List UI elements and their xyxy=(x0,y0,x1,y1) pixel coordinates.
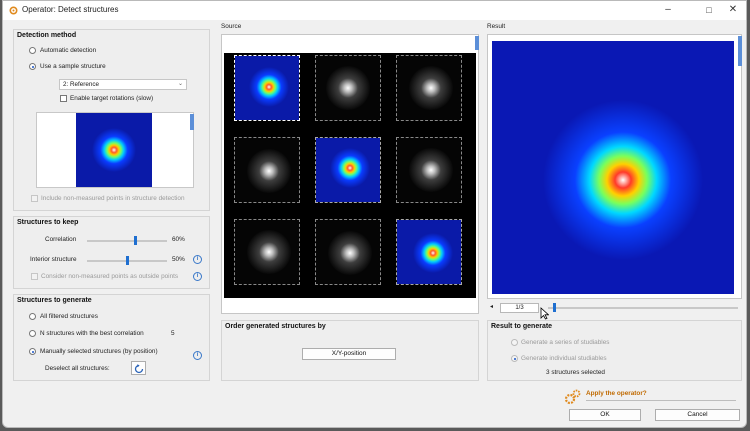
individual-label: Generate individual studiables xyxy=(521,355,607,362)
structure-tile-4[interactable] xyxy=(234,137,300,203)
keep-heading: Structures to keep xyxy=(17,219,79,226)
correlation-value: 60% xyxy=(172,236,185,243)
structure-tile-5[interactable] xyxy=(315,137,381,203)
structures-to-generate-panel xyxy=(13,294,210,381)
result-scroll-handle[interactable] xyxy=(738,36,742,66)
source-grid xyxy=(224,53,476,298)
result-prev-arrow[interactable]: ◂ xyxy=(490,303,493,310)
include-nonmeasured-checkbox[interactable] xyxy=(31,195,38,202)
automatic-detection-radio[interactable] xyxy=(29,47,36,54)
manual-selection-label: Manually selected structures (by positio… xyxy=(40,348,158,355)
structure-tile-7[interactable] xyxy=(234,219,300,285)
interior-structure-value: 50% xyxy=(172,256,185,263)
structure-tile-3[interactable] xyxy=(396,55,462,121)
interior-info-icon[interactable]: i xyxy=(193,255,202,264)
consider-outside-checkbox[interactable] xyxy=(31,273,38,280)
sample-structure-dropdown[interactable]: 2: Reference ⌄ xyxy=(59,79,187,90)
mouse-cursor-icon xyxy=(540,307,549,320)
series-radio[interactable] xyxy=(511,339,518,346)
result-page-slider[interactable] xyxy=(548,307,738,309)
individual-radio[interactable] xyxy=(511,355,518,362)
apply-prompt: Apply the operator? xyxy=(586,390,647,397)
chevron-down-icon: ⌄ xyxy=(177,81,183,87)
cancel-button[interactable]: Cancel xyxy=(655,409,740,421)
result-image xyxy=(492,41,734,294)
preview-scroll-handle[interactable] xyxy=(190,114,194,130)
result-panel xyxy=(487,34,742,299)
automatic-detection-label: Automatic detection xyxy=(40,47,97,54)
operator-window: Operator: Detect structures – □ ✕ Detect… xyxy=(2,0,747,428)
all-filtered-radio[interactable] xyxy=(29,313,36,320)
manual-selection-radio[interactable] xyxy=(29,348,36,355)
deselect-all-button[interactable] xyxy=(131,361,146,375)
correlation-slider-thumb[interactable] xyxy=(134,236,138,245)
sample-preview-image xyxy=(76,113,152,187)
source-scroll-handle[interactable] xyxy=(475,36,479,50)
title-bar: Operator: Detect structures – □ ✕ xyxy=(3,1,746,20)
apply-divider xyxy=(586,400,736,401)
maximize-button[interactable]: □ xyxy=(701,4,717,16)
structure-tile-6[interactable] xyxy=(396,137,462,203)
consider-outside-info-icon[interactable]: i xyxy=(193,272,202,281)
use-sample-radio[interactable] xyxy=(29,63,36,70)
structure-tile-8[interactable] xyxy=(315,219,381,285)
result-gen-heading: Result to generate xyxy=(491,323,553,330)
series-label: Generate a series of studiables xyxy=(521,339,610,346)
close-button[interactable]: ✕ xyxy=(725,4,741,16)
source-label: Source xyxy=(221,23,242,30)
dropdown-value: 2: Reference xyxy=(63,81,100,88)
result-page-indicator[interactable]: 1/3 xyxy=(500,303,539,313)
apply-gears-icon xyxy=(564,389,581,405)
order-heading: Order generated structures by xyxy=(225,323,326,330)
structure-tile-9[interactable] xyxy=(396,219,462,285)
result-label: Result xyxy=(487,23,506,30)
correlation-slider[interactable] xyxy=(87,240,167,242)
operator-gear-icon xyxy=(9,6,18,15)
include-nonmeasured-label: Include non-measured points in structure… xyxy=(41,195,185,202)
enable-rotations-checkbox[interactable] xyxy=(60,95,67,102)
manual-info-icon[interactable]: i xyxy=(193,351,202,360)
minimize-button[interactable]: – xyxy=(660,4,676,16)
n-best-radio[interactable] xyxy=(29,330,36,337)
correlation-label: Correlation xyxy=(45,236,77,243)
deselect-label: Deselect all structures: xyxy=(45,365,110,372)
reset-icon xyxy=(134,364,144,374)
window-title: Operator: Detect structures xyxy=(22,5,119,14)
xy-position-button[interactable]: X/Y-position xyxy=(302,348,396,360)
interior-structure-slider-thumb[interactable] xyxy=(125,256,129,265)
consider-outside-label: Consider non-measured points as outside … xyxy=(41,273,179,280)
all-filtered-label: All filtered structures xyxy=(40,313,98,320)
result-page-slider-thumb[interactable] xyxy=(553,303,556,312)
n-best-label: N structures with the best correlation xyxy=(40,330,144,337)
sample-preview xyxy=(36,112,194,188)
generate-heading: Structures to generate xyxy=(17,297,92,304)
detection-heading: Detection method xyxy=(17,32,77,39)
ok-button[interactable]: OK xyxy=(569,409,641,421)
n-best-value[interactable]: 5 xyxy=(171,330,175,337)
selected-count: 3 structures selected xyxy=(546,369,605,376)
enable-rotations-label: Enable target rotations (slow) xyxy=(70,95,154,102)
structure-tile-2[interactable] xyxy=(315,55,381,121)
use-sample-label: Use a sample structure xyxy=(40,63,106,70)
structure-tile-1[interactable] xyxy=(234,55,300,121)
interior-structure-label: Interior structure xyxy=(30,256,77,263)
source-panel xyxy=(221,34,479,314)
